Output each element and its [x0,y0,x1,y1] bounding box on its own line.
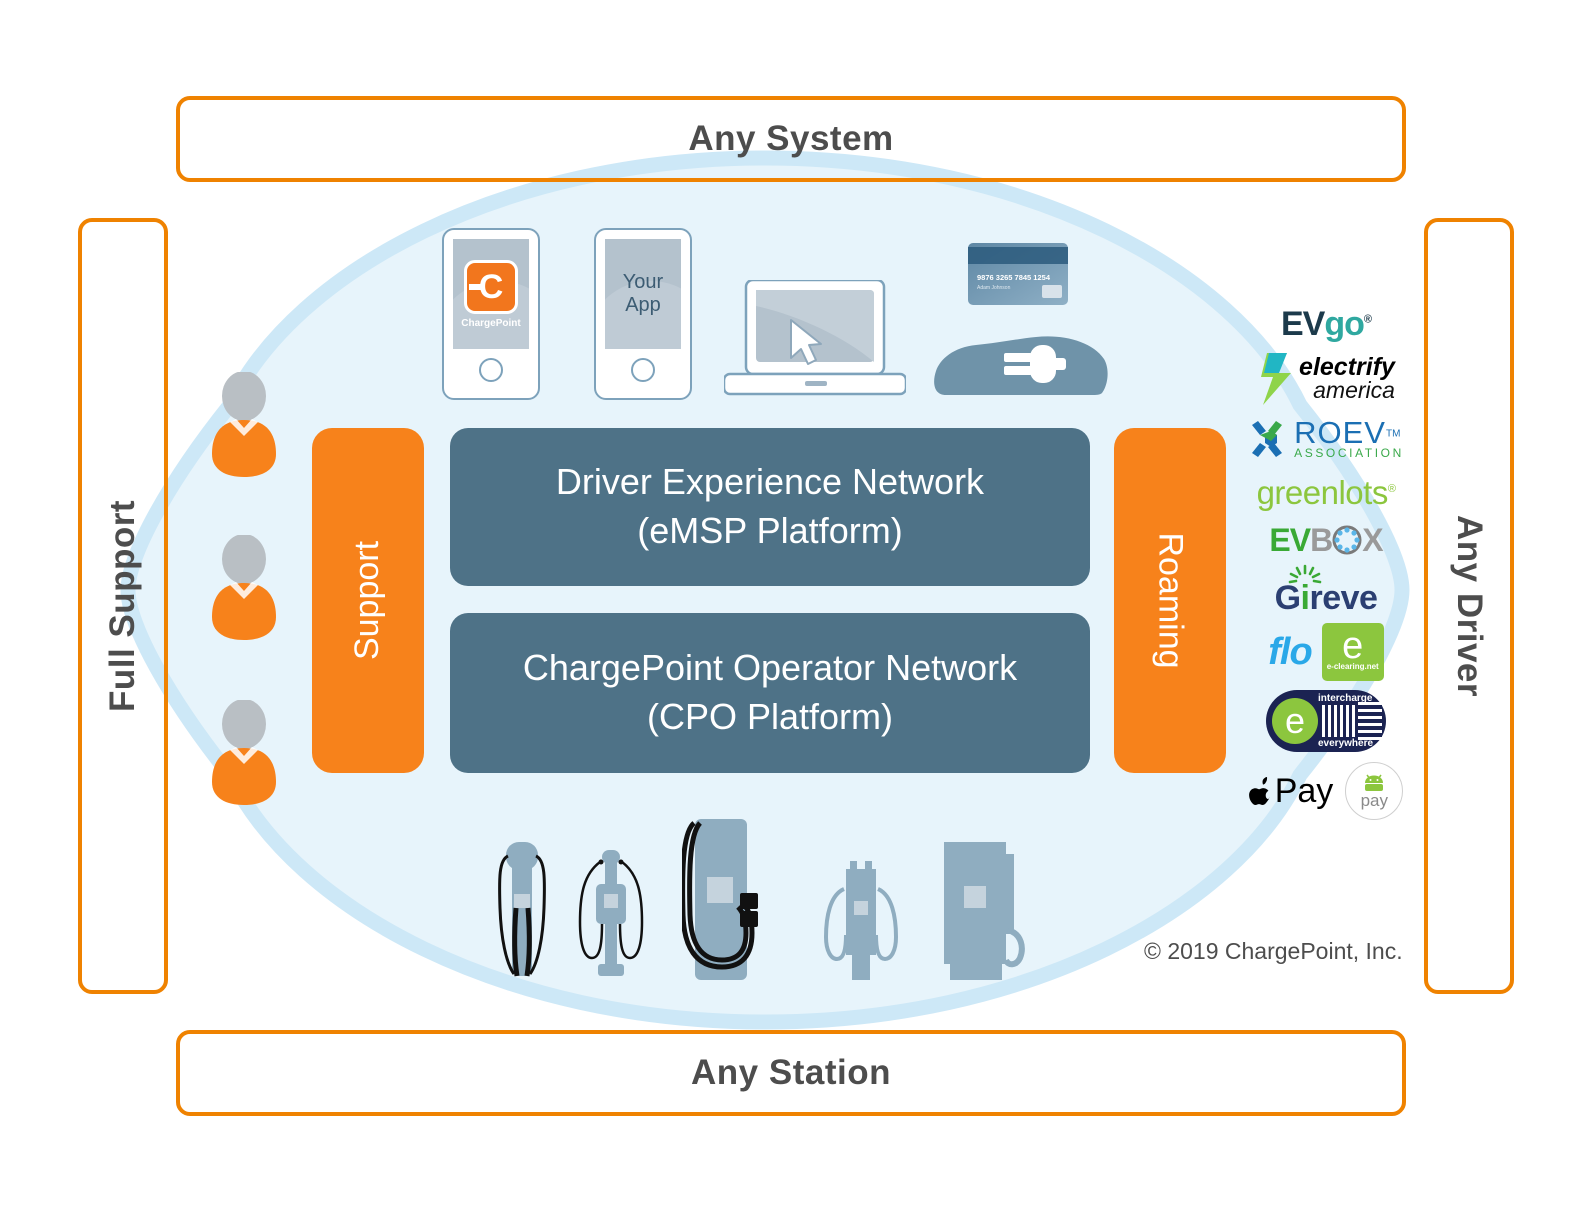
support-pill: Support [312,428,424,773]
logo-evbox: EVB X [1236,516,1416,564]
intercharge-qr-icon [1322,705,1356,737]
flo-logo-text: flo [1268,631,1312,673]
america-word: america [1313,376,1395,403]
cpo-platform-box: ChargePoint Operator Network (CPO Platfo… [450,613,1090,773]
roaming-pill: Roaming [1114,428,1226,773]
frame-any-driver: Any Driver [1424,218,1514,994]
intercharge-badge: e intercharge everywhere [1266,690,1386,752]
charging-station-icon [498,842,546,977]
evgo-logo-text: EVgo® [1280,305,1372,343]
evbox-b: B [1310,522,1333,558]
logo-greenlots: greenlots® [1236,468,1416,516]
intercharge-e: e [1272,698,1318,744]
greenlots-word: greenlots [1256,473,1389,511]
label-any-driver: Any Driver [1428,222,1510,990]
logo-roev: ROEVTM ASSOCIATION [1236,410,1416,468]
evgo-mark: ® [1363,313,1372,326]
frame-any-station: Any Station [176,1030,1406,1116]
electrify-america-bolt-icon [1261,353,1292,405]
emsp-platform-box: Driver Experience Network (eMSP Platform… [450,428,1090,586]
svg-text:9876 3265 7845 1254: 9876 3265 7845 1254 [977,273,1051,282]
electric-car-icon [934,336,1108,395]
android-pay-logo: pay [1345,762,1404,820]
diagram-canvas: Any System Any Station Full Support Any … [0,0,1584,1224]
android-pay-text: pay [1360,790,1388,810]
support-pill-label: Support [348,540,387,661]
support-person-icon [212,535,276,640]
android-icon [1365,774,1384,791]
svg-text:Adam Johnson: Adam Johnson [977,285,1011,291]
phone-screen: C ChargePoint [453,239,529,349]
label-full-support-text: Full Support [103,499,143,713]
evgo-ev: EV [1280,305,1325,343]
phone-home-button [479,358,503,382]
frame-any-system: Any System [176,96,1406,182]
frame-full-support: Full Support [78,218,168,994]
your-app-phone: Your App [594,228,692,400]
chargepoint-icon-bar [469,283,485,290]
label-any-driver-text: Any Driver [1450,514,1489,698]
logo-pay-row: Pay pay [1236,758,1416,824]
dc-fast-charger-icon [682,819,758,980]
phone-home-button [631,358,655,382]
label-full-support: Full Support [82,222,164,990]
emsp-line2: (eMSP Platform) [637,510,903,551]
logo-evgo: EVgo® [1236,300,1416,348]
logo-electrify-america: electrify america [1236,348,1416,410]
greenlots-logo-text: greenlots® [1257,476,1396,509]
your-app-line1: Your [622,271,664,293]
support-person-icon [212,700,276,805]
roev-mark-icon [1252,421,1283,457]
charging-station-icon [578,850,644,976]
roev-association: ASSOCIATION [1294,446,1404,460]
evbox-x: X [1362,522,1383,558]
eclearing-url: e-clearing.net [1326,662,1379,672]
support-person-icon [212,372,276,477]
roaming-pill-label: Roaming [1151,532,1190,669]
copyright-text: © 2019 ChargePoint, Inc. [1144,938,1403,964]
your-app-label: Your App [623,271,663,317]
cpo-line1: ChargePoint Operator Network [522,647,1018,689]
apple-icon [1248,777,1270,805]
greenlots-mark: ® [1387,482,1396,495]
roev-word: ROEV [1294,415,1386,450]
eclearing-e: e [1342,624,1364,667]
roev-text: ROEVTM ASSOCIATION [1294,415,1404,460]
chargepoint-app-phone: C ChargePoint [442,228,540,400]
intercharge-bottom-label: everywhere [1318,738,1374,749]
intercharge-stripes-icon [1358,702,1382,740]
label-any-station: Any Station [691,1053,891,1092]
electrify-america-text: electrify america [1299,355,1395,403]
evbox-ring-icon [1332,525,1362,555]
laptop-icon [724,280,906,396]
phone-screen: Your App [605,239,681,349]
charging-station-icon [823,861,899,980]
logo-flo-eclearing: flo e e-clearing.net [1236,620,1416,684]
label-any-system: Any System [688,119,894,158]
chargepoint-app-icon: C [464,259,518,314]
apple-pay-text: Pay [1274,772,1334,810]
gireve-logo-text: Gireve [1275,581,1378,615]
gireve-burst-icon [1288,564,1322,584]
partner-logos-column: EVgo® electrify america ROEVTM ASSOCIATI… [1236,300,1416,824]
evbox-logo-text: EVB [1269,522,1333,558]
your-app-line2: App [625,294,661,316]
chargepoint-app-label: ChargePoint [461,317,521,329]
logo-gireve: Gireve [1236,564,1416,620]
logo-intercharge: e intercharge everywhere [1236,684,1416,758]
evgo-go: go [1324,305,1365,343]
charging-station-icon [944,842,1025,980]
credit-card-icon: 9876 3265 7845 1254 Adam Johnson [968,243,1068,305]
evbox-x-text: X [1362,522,1383,558]
cpo-line2: (CPO Platform) [646,696,893,737]
emsp-line1: Driver Experience Network [555,461,985,503]
roev-tm: TM [1385,428,1401,440]
evbox-ev: EV [1269,522,1311,558]
apple-pay-logo: Pay [1248,772,1334,810]
eclearing-logo: e e-clearing.net [1321,623,1384,681]
